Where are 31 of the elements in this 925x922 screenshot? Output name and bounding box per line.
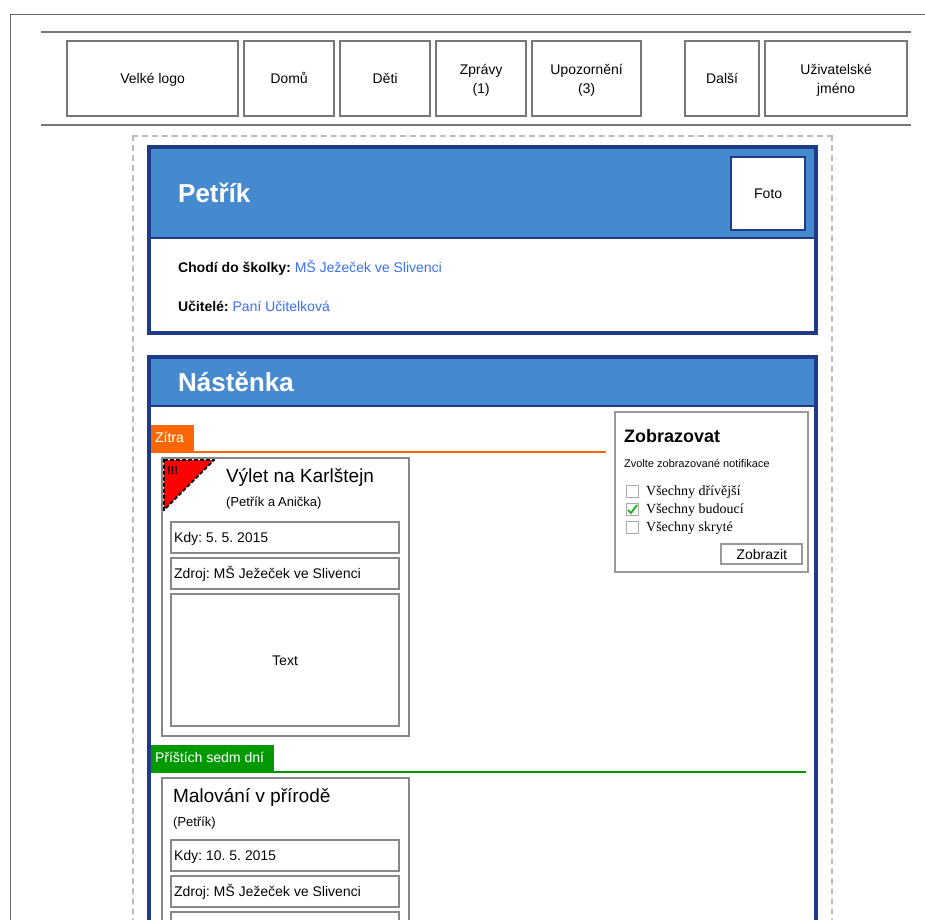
event-field: Zdroj: MŠ Ježeček ve Slivenci <box>170 875 400 908</box>
nav-link[interactable]: Zprávy (1) <box>435 40 527 117</box>
nav-link[interactable]: Další <box>684 40 760 117</box>
child-name: Petřík <box>178 176 250 210</box>
logo-placeholder[interactable]: Velké logo <box>66 40 239 117</box>
nav-link[interactable]: Uživatelské jméno <box>764 40 908 117</box>
filter-title: Zobrazovat <box>624 425 722 448</box>
fact-link[interactable]: Paní Učitelková <box>232 298 330 314</box>
filter-option[interactable]: Všechny skryté <box>626 518 799 538</box>
event-field: Zdroj: MŠ Ježeček ve Slivenci <box>170 557 400 590</box>
nav-link[interactable]: Upozornění (3) <box>531 40 642 117</box>
filter-hint: Zvolte zobrazované notifikace <box>624 457 771 472</box>
photo-label: Foto <box>754 184 782 202</box>
urgent-mark: !!! <box>167 464 178 479</box>
board-title: Nástěnka <box>178 366 294 398</box>
section-tab[interactable]: Příštích sedm dní <box>151 745 274 771</box>
filter-option[interactable]: Všechny dřívější <box>626 482 799 501</box>
event-field: Kdy: 10. 5. 2015 <box>170 839 400 872</box>
event-title: Malování v přírodě <box>173 785 332 809</box>
fact-label: Učitelé: <box>178 298 229 314</box>
nav-link[interactable]: Děti <box>339 40 431 117</box>
event-text: Text <box>170 593 400 727</box>
event-title: Výlet na Karlštejn <box>226 465 375 489</box>
nav-link[interactable]: Domů <box>243 40 335 117</box>
event-participants: (Petřík a Anička) <box>226 492 322 511</box>
event-field: Kdy: 5. 5. 2015 <box>170 521 400 554</box>
fact-label: Chodí do školky: <box>178 259 291 275</box>
event-participants: (Petřík) <box>173 812 217 831</box>
fact-link[interactable]: MŠ Ježeček ve Slivenci <box>294 259 442 275</box>
show-button[interactable]: Zobrazit <box>720 543 803 566</box>
filter-option[interactable]: Všechny budoucí <box>626 500 799 519</box>
